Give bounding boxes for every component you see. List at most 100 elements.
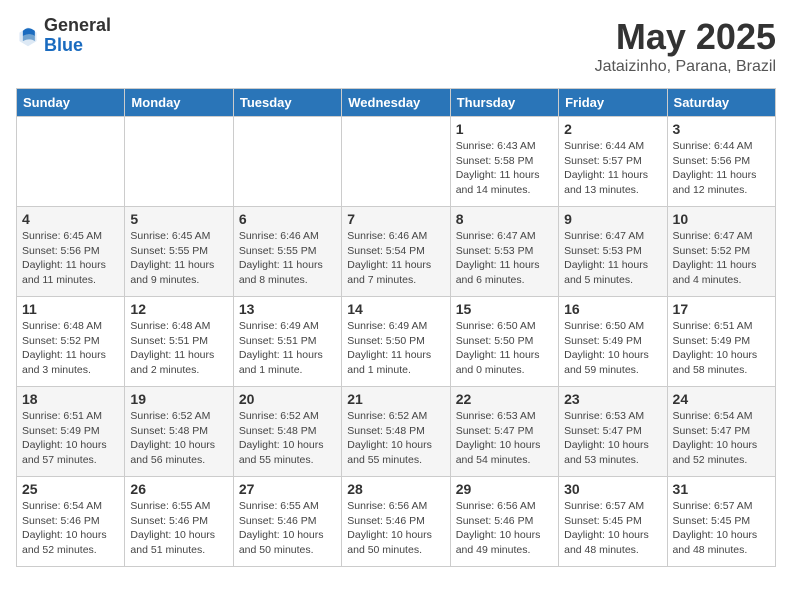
calendar-cell: 20 Sunrise: 6:52 AMSunset: 5:48 PMDayligh… — [233, 387, 341, 477]
day-number: 11 — [22, 301, 119, 317]
day-number: 28 — [347, 481, 444, 497]
week-row-5: 25 Sunrise: 6:54 AMSunset: 5:46 PMDayligh… — [17, 477, 776, 567]
day-number: 21 — [347, 391, 444, 407]
calendar-cell: 22 Sunrise: 6:53 AMSunset: 5:47 PMDayligh… — [450, 387, 558, 477]
calendar-cell: 31 Sunrise: 6:57 AMSunset: 5:45 PMDayligh… — [667, 477, 775, 567]
calendar-cell: 9Sunrise: 6:47 AMSunset: 5:53 PMDaylight… — [559, 207, 667, 297]
day-info: Sunrise: 6:57 AMSunset: 5:45 PMDaylight:… — [673, 499, 770, 558]
calendar-table: SundayMondayTuesdayWednesdayThursdayFrid… — [16, 88, 776, 567]
week-row-4: 18 Sunrise: 6:51 AMSunset: 5:49 PMDayligh… — [17, 387, 776, 477]
header-day-sunday: Sunday — [17, 89, 125, 117]
day-info: Sunrise: 6:44 AMSunset: 5:56 PMDaylight:… — [673, 139, 770, 198]
calendar-cell: 19Sunrise: 6:52 AMSunset: 5:48 PMDayligh… — [125, 387, 233, 477]
day-info: Sunrise: 6:51 AMSunset: 5:49 PMDaylight:… — [673, 319, 770, 378]
day-info: Sunrise: 6:50 AMSunset: 5:50 PMDaylight:… — [456, 319, 553, 378]
day-number: 4 — [22, 211, 119, 227]
day-info: Sunrise: 6:51 AMSunset: 5:49 PMDaylight:… — [22, 409, 119, 468]
header-day-tuesday: Tuesday — [233, 89, 341, 117]
calendar-cell: 25 Sunrise: 6:54 AMSunset: 5:46 PMDayligh… — [17, 477, 125, 567]
calendar-cell: 2Sunrise: 6:44 AMSunset: 5:57 PMDaylight… — [559, 117, 667, 207]
calendar-cell: 1Sunrise: 6:43 AMSunset: 5:58 PMDaylight… — [450, 117, 558, 207]
day-number: 23 — [564, 391, 661, 407]
header-row: SundayMondayTuesdayWednesdayThursdayFrid… — [17, 89, 776, 117]
day-number: 3 — [673, 121, 770, 137]
logo-icon — [16, 24, 40, 48]
day-number: 13 — [239, 301, 336, 317]
day-info: Sunrise: 6:56 AMSunset: 5:46 PMDaylight:… — [456, 499, 553, 558]
day-number: 12 — [130, 301, 227, 317]
day-number: 20 — [239, 391, 336, 407]
day-info: Sunrise: 6:49 AMSunset: 5:50 PMDaylight:… — [347, 319, 444, 378]
calendar-cell — [17, 117, 125, 207]
calendar-cell: 12 Sunrise: 6:48 AMSunset: 5:51 PMDayligh… — [125, 297, 233, 387]
day-number: 30 — [564, 481, 661, 497]
day-info: Sunrise: 6:54 AMSunset: 5:46 PMDaylight:… — [22, 499, 119, 558]
calendar-cell: 4 Sunrise: 6:45 AMSunset: 5:56 PMDaylight… — [17, 207, 125, 297]
header-day-friday: Friday — [559, 89, 667, 117]
day-info: Sunrise: 6:46 AMSunset: 5:54 PMDaylight:… — [347, 229, 444, 288]
day-number: 19 — [130, 391, 227, 407]
calendar-body: 1Sunrise: 6:43 AMSunset: 5:58 PMDaylight… — [17, 117, 776, 567]
logo: General Blue — [16, 16, 111, 56]
logo-blue-label: Blue — [44, 36, 111, 56]
day-info: Sunrise: 6:43 AMSunset: 5:58 PMDaylight:… — [456, 139, 553, 198]
day-info: Sunrise: 6:53 AMSunset: 5:47 PMDaylight:… — [564, 409, 661, 468]
calendar-cell — [342, 117, 450, 207]
day-number: 26 — [130, 481, 227, 497]
day-info: Sunrise: 6:57 AMSunset: 5:45 PMDaylight:… — [564, 499, 661, 558]
calendar-cell: 26 Sunrise: 6:55 AMSunset: 5:46 PMDayligh… — [125, 477, 233, 567]
calendar-cell: 24Sunrise: 6:54 AMSunset: 5:47 PMDayligh… — [667, 387, 775, 477]
day-number: 15 — [456, 301, 553, 317]
title-block: May 2025 Jataizinho, Parana, Brazil — [595, 16, 776, 76]
calendar-cell: 3 Sunrise: 6:44 AMSunset: 5:56 PMDaylight… — [667, 117, 775, 207]
day-number: 9 — [564, 211, 661, 227]
day-info: Sunrise: 6:50 AMSunset: 5:49 PMDaylight:… — [564, 319, 661, 378]
logo-text: General Blue — [44, 16, 111, 56]
calendar-cell: 14 Sunrise: 6:49 AMSunset: 5:50 PMDayligh… — [342, 297, 450, 387]
day-info: Sunrise: 6:48 AMSunset: 5:52 PMDaylight:… — [22, 319, 119, 378]
calendar-cell: 5Sunrise: 6:45 AMSunset: 5:55 PMDaylight… — [125, 207, 233, 297]
day-number: 25 — [22, 481, 119, 497]
day-number: 22 — [456, 391, 553, 407]
day-info: Sunrise: 6:56 AMSunset: 5:46 PMDaylight:… — [347, 499, 444, 558]
week-row-3: 11 Sunrise: 6:48 AMSunset: 5:52 PMDayligh… — [17, 297, 776, 387]
day-info: Sunrise: 6:52 AMSunset: 5:48 PMDaylight:… — [239, 409, 336, 468]
calendar-cell: 21 Sunrise: 6:52 AMSunset: 5:48 PMDayligh… — [342, 387, 450, 477]
calendar-cell: 6 Sunrise: 6:46 AMSunset: 5:55 PMDaylight… — [233, 207, 341, 297]
calendar-cell: 27Sunrise: 6:55 AMSunset: 5:46 PMDayligh… — [233, 477, 341, 567]
day-number: 24 — [673, 391, 770, 407]
day-info: Sunrise: 6:52 AMSunset: 5:48 PMDaylight:… — [347, 409, 444, 468]
day-number: 8 — [456, 211, 553, 227]
day-number: 6 — [239, 211, 336, 227]
header-day-thursday: Thursday — [450, 89, 558, 117]
day-info: Sunrise: 6:45 AMSunset: 5:56 PMDaylight:… — [22, 229, 119, 288]
day-number: 18 — [22, 391, 119, 407]
day-number: 7 — [347, 211, 444, 227]
header-day-saturday: Saturday — [667, 89, 775, 117]
header-day-wednesday: Wednesday — [342, 89, 450, 117]
calendar-cell: 17Sunrise: 6:51 AMSunset: 5:49 PMDayligh… — [667, 297, 775, 387]
page-header: General Blue May 2025 Jataizinho, Parana… — [16, 16, 776, 76]
day-info: Sunrise: 6:44 AMSunset: 5:57 PMDaylight:… — [564, 139, 661, 198]
day-number: 14 — [347, 301, 444, 317]
day-number: 16 — [564, 301, 661, 317]
day-number: 10 — [673, 211, 770, 227]
week-row-2: 4 Sunrise: 6:45 AMSunset: 5:56 PMDaylight… — [17, 207, 776, 297]
day-info: Sunrise: 6:53 AMSunset: 5:47 PMDaylight:… — [456, 409, 553, 468]
calendar-title: May 2025 — [595, 16, 776, 58]
calendar-cell: 18 Sunrise: 6:51 AMSunset: 5:49 PMDayligh… — [17, 387, 125, 477]
day-info: Sunrise: 6:46 AMSunset: 5:55 PMDaylight:… — [239, 229, 336, 288]
calendar-cell: 8 Sunrise: 6:47 AMSunset: 5:53 PMDaylight… — [450, 207, 558, 297]
day-number: 29 — [456, 481, 553, 497]
calendar-cell: 30 Sunrise: 6:57 AMSunset: 5:45 PMDayligh… — [559, 477, 667, 567]
calendar-cell: 11 Sunrise: 6:48 AMSunset: 5:52 PMDayligh… — [17, 297, 125, 387]
day-info: Sunrise: 6:48 AMSunset: 5:51 PMDaylight:… — [130, 319, 227, 378]
calendar-cell: 23 Sunrise: 6:53 AMSunset: 5:47 PMDayligh… — [559, 387, 667, 477]
day-info: Sunrise: 6:47 AMSunset: 5:53 PMDaylight:… — [456, 229, 553, 288]
calendar-cell: 15 Sunrise: 6:50 AMSunset: 5:50 PMDayligh… — [450, 297, 558, 387]
day-number: 27 — [239, 481, 336, 497]
day-info: Sunrise: 6:55 AMSunset: 5:46 PMDaylight:… — [130, 499, 227, 558]
calendar-cell: 13Sunrise: 6:49 AMSunset: 5:51 PMDayligh… — [233, 297, 341, 387]
day-info: Sunrise: 6:45 AMSunset: 5:55 PMDaylight:… — [130, 229, 227, 288]
day-number: 31 — [673, 481, 770, 497]
